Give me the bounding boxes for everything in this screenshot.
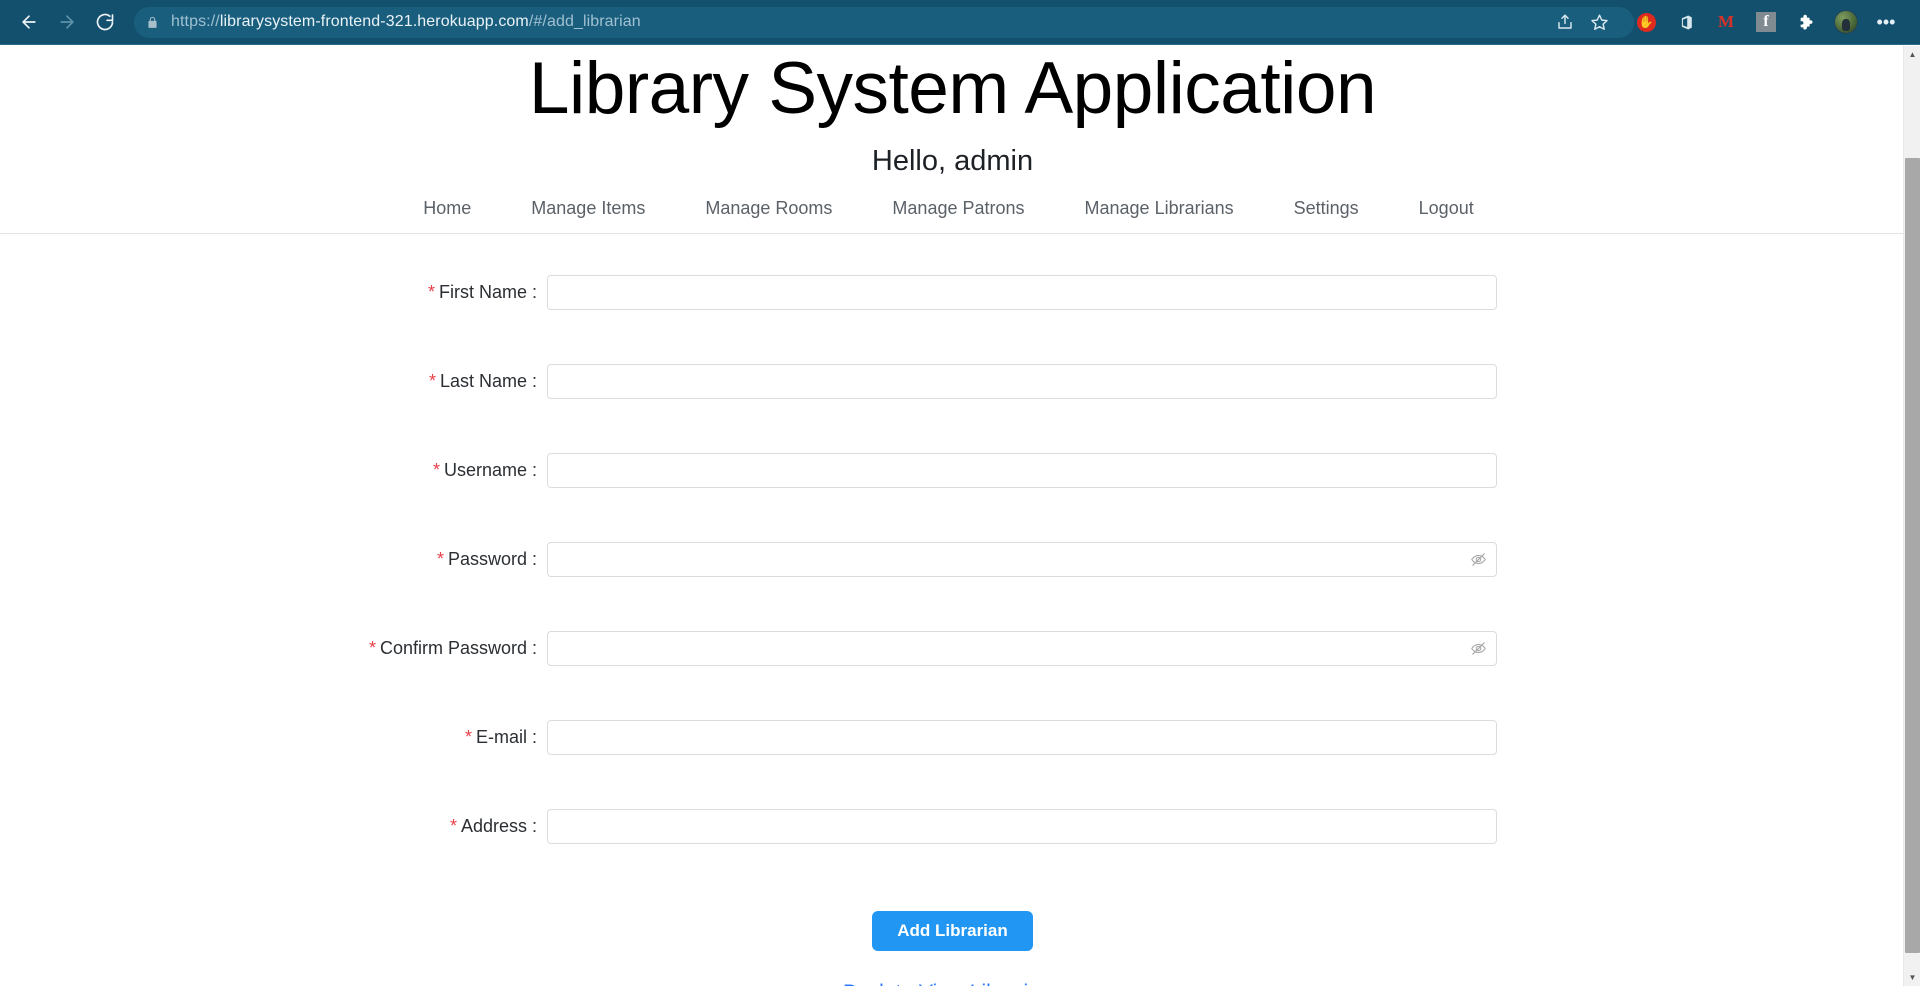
label-confirm-password: * Confirm Password :: [0, 638, 547, 659]
required-marker: *: [436, 548, 444, 569]
back-link-row: Back to View Librarians: [0, 981, 1905, 986]
first-name-input[interactable]: [547, 274, 1497, 310]
add-librarian-button[interactable]: Add Librarian: [872, 910, 1033, 952]
label-address: * Address :: [0, 816, 547, 837]
lock-icon: [146, 15, 159, 30]
nav-item-manage-patrons[interactable]: Manage Patrons: [892, 198, 1024, 219]
nav-item-manage-rooms[interactable]: Manage Rooms: [705, 198, 832, 219]
mendeley-letter: M: [1717, 12, 1735, 31]
chrome-menu-icon[interactable]: • • •: [1869, 5, 1903, 39]
label-last-name: * Last Name :: [0, 371, 547, 392]
label-text: Username :: [443, 459, 537, 480]
scrollbar-thumb[interactable]: [1905, 158, 1920, 953]
browser-toolbar: https://librarysystem-frontend-321.herok…: [0, 0, 1920, 45]
mendeley-icon[interactable]: M: [1709, 5, 1743, 39]
field-wrap-address: [547, 808, 1497, 844]
nav-item-manage-librarians[interactable]: Manage Librarians: [1085, 198, 1234, 219]
nav-item-manage-items[interactable]: Manage Items: [531, 198, 645, 219]
label-text: E-mail :: [475, 726, 537, 747]
label-text: Last Name :: [439, 370, 537, 391]
nav-item-home[interactable]: Home: [423, 198, 471, 219]
office-icon[interactable]: [1669, 5, 1703, 39]
page-viewport: Library System Application Hello, admin …: [0, 46, 1920, 986]
form-row-confirm-password: * Confirm Password :: [0, 604, 1905, 693]
page-title: Library System Application: [528, 48, 1377, 129]
form-row-username: * Username :: [0, 426, 1905, 515]
forward-icon[interactable]: [48, 3, 86, 41]
label-text: Address :: [460, 815, 537, 836]
submit-row: Add Librarian: [0, 910, 1905, 952]
greeting-text: Hello, admin: [871, 144, 1034, 177]
field-wrap-email: [547, 719, 1497, 755]
triangle-up-icon[interactable]: ▲: [1904, 46, 1920, 63]
form-row-last-name: * Last Name :: [0, 337, 1905, 426]
facebook-letter: f: [1756, 12, 1776, 32]
label-text: First Name :: [438, 281, 537, 302]
omnibox-actions: [1548, 5, 1616, 39]
url-path: /#/add_librarian: [528, 13, 641, 30]
form-row-first-name: * First Name :: [0, 248, 1905, 337]
url-host: librarysystem-frontend-321.herokuapp.com: [219, 13, 529, 30]
form-row-email: * E-mail :: [0, 693, 1905, 782]
back-icon[interactable]: [10, 3, 48, 41]
url-text: https://librarysystem-frontend-321.herok…: [171, 13, 641, 31]
field-wrap-confirm-password: [547, 630, 1497, 666]
required-marker: *: [428, 370, 436, 391]
field-wrap-username: [547, 452, 1497, 488]
navigation-buttons: [0, 3, 124, 41]
main-navigation: Home Manage Items Manage Rooms Manage Pa…: [0, 198, 1905, 234]
adblock-icon[interactable]: ✋: [1629, 5, 1663, 39]
label-email: * E-mail :: [0, 727, 547, 748]
form-row-password: * Password :: [0, 515, 1905, 604]
facebook-icon[interactable]: f: [1749, 5, 1783, 39]
username-input[interactable]: [547, 452, 1497, 488]
field-wrap-last-name: [547, 363, 1497, 399]
address-input[interactable]: [547, 808, 1497, 844]
nav-item-settings[interactable]: Settings: [1294, 198, 1359, 219]
extensions-puzzle-icon[interactable]: [1789, 5, 1823, 39]
extension-icons: ✋ M f • • •: [1626, 5, 1906, 39]
last-name-input[interactable]: [547, 363, 1497, 399]
address-bar[interactable]: https://librarysystem-frontend-321.herok…: [134, 6, 1634, 38]
label-text: Password :: [447, 548, 537, 569]
required-marker: *: [432, 459, 440, 480]
required-marker: *: [464, 726, 472, 747]
label-username: * Username :: [0, 460, 547, 481]
field-wrap-password: [547, 541, 1497, 577]
required-marker: *: [427, 281, 435, 302]
eye-slash-icon[interactable]: [1469, 639, 1487, 657]
password-input[interactable]: [547, 541, 1497, 577]
label-text: Confirm Password :: [379, 637, 537, 658]
form-row-address: * Address :: [0, 782, 1905, 871]
label-password: * Password :: [0, 549, 547, 570]
back-to-view-librarians-link[interactable]: Back to View Librarians: [843, 981, 1062, 986]
share-icon[interactable]: [1548, 5, 1582, 39]
email-input[interactable]: [547, 719, 1497, 755]
page-scrollbar[interactable]: ▲ ▼: [1903, 46, 1920, 986]
label-first-name: * First Name :: [0, 282, 547, 303]
add-librarian-form: * First Name : * Last Name : * Username : *…: [0, 234, 1905, 986]
eye-slash-icon[interactable]: [1469, 550, 1487, 568]
reload-icon[interactable]: [86, 3, 124, 41]
nav-item-logout[interactable]: Logout: [1419, 198, 1474, 219]
star-icon[interactable]: [1582, 5, 1616, 39]
triangle-down-icon[interactable]: ▼: [1904, 969, 1920, 986]
field-wrap-first-name: [547, 274, 1497, 310]
confirm-password-input[interactable]: [547, 630, 1497, 666]
required-marker: *: [368, 637, 376, 658]
profile-avatar[interactable]: [1829, 5, 1863, 39]
url-scheme: https://: [171, 13, 220, 30]
required-marker: *: [449, 815, 457, 836]
page-content: Library System Application Hello, admin …: [0, 46, 1905, 986]
